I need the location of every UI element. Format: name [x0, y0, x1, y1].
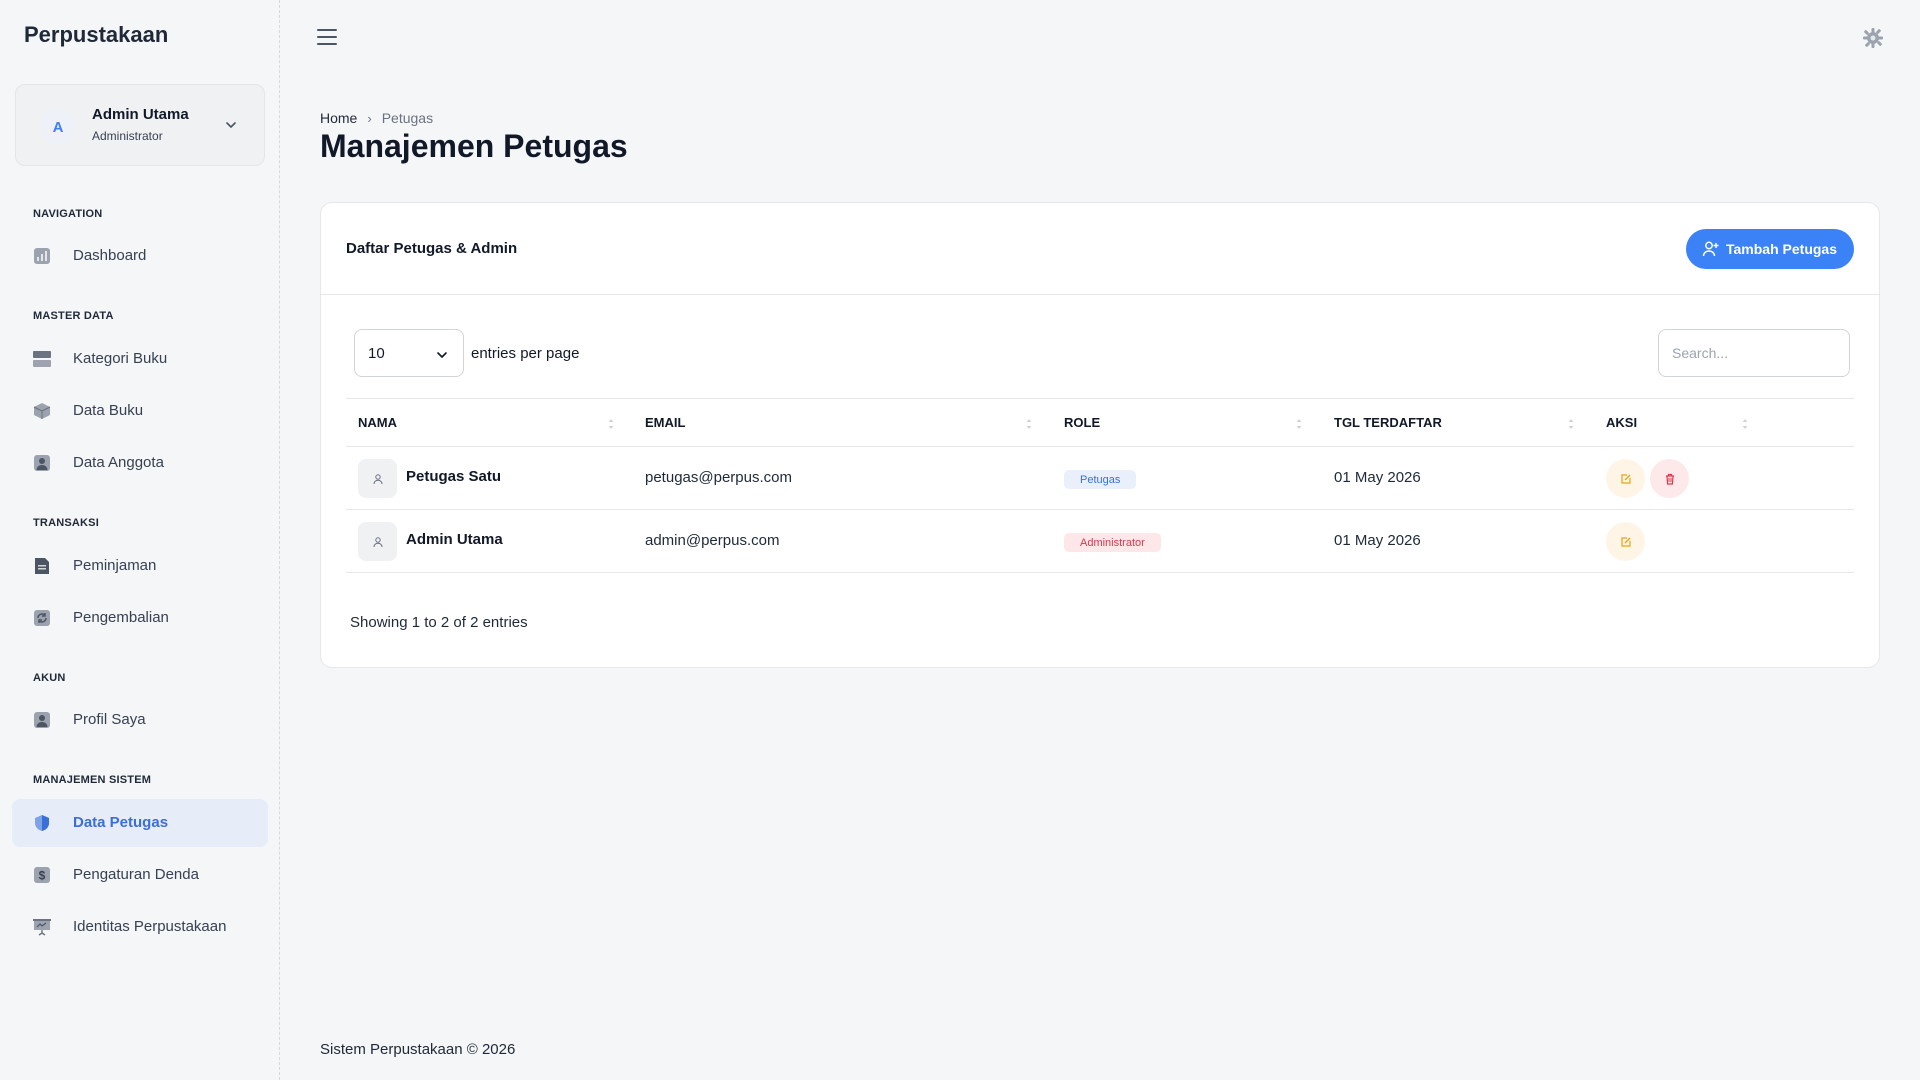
- sidebar-item-label: Kategori Buku: [73, 350, 168, 367]
- staff-name: Petugas Satu: [406, 468, 502, 485]
- avatar: [358, 522, 397, 561]
- sidebar-item-data-petugas[interactable]: Data Petugas: [12, 799, 268, 847]
- sidebar-item-identitas-perpustakaan[interactable]: Identitas Perpustakaan: [12, 903, 268, 951]
- gear-icon[interactable]: [1862, 27, 1884, 49]
- breadcrumb: Home › Petugas: [320, 110, 433, 126]
- shield-icon: [35, 815, 49, 831]
- chart-icon: [34, 248, 50, 264]
- staff-email: admin@perpus.com: [645, 532, 780, 549]
- sidebar-item-label: Data Petugas: [73, 814, 169, 831]
- nav-section-transaksi: TRANSAKSI: [33, 517, 99, 529]
- nav-section-navigation: NAVIGATION: [33, 208, 103, 220]
- breadcrumb-home-link[interactable]: Home: [320, 110, 357, 126]
- staff-name: Admin Utama: [406, 531, 503, 548]
- brand-title: Perpustakaan: [24, 22, 169, 47]
- sidebar-item-pengembalian[interactable]: Pengembalian: [12, 594, 268, 642]
- column-header-nama[interactable]: NAMA: [358, 415, 397, 430]
- breadcrumb-separator: ›: [367, 110, 372, 126]
- sidebar: Perpustakaan A Admin Utama Administrator…: [0, 0, 280, 1080]
- nav-section-manajemen-sistem: MANAJEMEN SISTEM: [33, 774, 152, 786]
- table-row: Admin Utama admin@perpus.com Administrat…: [346, 510, 1854, 573]
- column-header-tgl-terdaftar[interactable]: TGL TERDAFTAR: [1334, 415, 1442, 430]
- chevron-down-icon: [226, 122, 236, 128]
- sidebar-item-data-anggota[interactable]: Data Anggota: [12, 439, 268, 487]
- box-icon: [33, 403, 51, 419]
- sidebar-item-pengaturan-denda[interactable]: $ Pengaturan Denda: [12, 851, 268, 899]
- delete-button[interactable]: [1650, 459, 1689, 498]
- column-header-email[interactable]: EMAIL: [645, 415, 685, 430]
- nav-section-akun: AKUN: [33, 672, 66, 684]
- drawer-icon: [33, 351, 51, 367]
- entries-per-page-value: 10: [368, 345, 385, 362]
- card-title: Daftar Petugas & Admin: [346, 240, 518, 257]
- sidebar-item-label: Peminjaman: [73, 557, 157, 574]
- sidebar-item-label: Pengaturan Denda: [73, 866, 199, 883]
- staff-table: NAMA EMAIL ROLE TGL TERDAFTAR AKSI Petug…: [346, 398, 1854, 573]
- sort-icon[interactable]: [607, 416, 615, 432]
- search-input[interactable]: [1658, 329, 1850, 377]
- sidebar-item-dashboard[interactable]: Dashboard: [12, 232, 268, 280]
- edit-button[interactable]: [1606, 459, 1645, 498]
- sidebar-item-label: Dashboard: [73, 247, 147, 264]
- sort-icon[interactable]: [1025, 416, 1033, 432]
- staff-registered-date: 01 May 2026: [1334, 532, 1421, 549]
- svg-text:$: $: [39, 869, 46, 883]
- sidebar-item-profil-saya[interactable]: Profil Saya: [12, 696, 268, 744]
- sort-icon[interactable]: [1295, 416, 1303, 432]
- dollar-icon: $: [34, 867, 50, 883]
- user-name: Admin Utama: [92, 106, 189, 123]
- sidebar-item-label: Data Anggota: [73, 454, 164, 471]
- user-plus-icon: [1702, 241, 1719, 257]
- staff-list-card: Daftar Petugas & Admin Tambah Petugas 10…: [320, 202, 1880, 668]
- footer-text: Sistem Perpustakaan © 2026: [320, 1041, 516, 1058]
- edit-icon: [1620, 473, 1631, 484]
- pagination-info: Showing 1 to 2 of 2 entries: [350, 614, 528, 631]
- sidebar-item-kategori-buku[interactable]: Kategori Buku: [12, 335, 268, 383]
- user-icon: [373, 536, 382, 547]
- table-row: Petugas Satu petugas@perpus.com Petugas …: [346, 447, 1854, 510]
- presentation-icon: [33, 919, 51, 936]
- sidebar-item-peminjaman[interactable]: Peminjaman: [12, 542, 268, 590]
- sidebar-item-label: Profil Saya: [73, 711, 146, 728]
- table-header: NAMA EMAIL ROLE TGL TERDAFTAR AKSI: [346, 398, 1854, 447]
- sidebar-item-label: Data Buku: [73, 402, 144, 419]
- user-role: Administrator: [92, 129, 163, 143]
- breadcrumb-current: Petugas: [381, 110, 434, 126]
- add-staff-button-label: Tambah Petugas: [1726, 241, 1837, 257]
- menu-toggle-icon[interactable]: [317, 29, 337, 45]
- trash-icon: [1665, 473, 1674, 485]
- sort-icon[interactable]: [1567, 416, 1575, 432]
- page-title: Manajemen Petugas: [320, 128, 628, 164]
- refresh-icon: [34, 610, 50, 626]
- role-badge: Administrator: [1064, 533, 1161, 552]
- avatar: A: [40, 109, 76, 145]
- staff-registered-date: 01 May 2026: [1334, 469, 1421, 486]
- sort-icon[interactable]: [1741, 416, 1749, 432]
- role-badge: Petugas: [1064, 470, 1137, 489]
- user-card-icon: [34, 455, 50, 471]
- chevron-down-icon: [437, 352, 447, 358]
- entries-per-page-select[interactable]: 10: [354, 329, 464, 377]
- user-card-icon: [34, 712, 50, 728]
- column-header-aksi[interactable]: AKSI: [1606, 415, 1637, 430]
- edit-icon: [1620, 536, 1631, 547]
- user-icon: [373, 473, 382, 484]
- nav-section-master-data: MASTER DATA: [33, 310, 114, 322]
- avatar: [358, 459, 397, 498]
- column-header-role[interactable]: ROLE: [1064, 415, 1100, 430]
- edit-button[interactable]: [1606, 522, 1645, 561]
- staff-email: petugas@perpus.com: [645, 469, 792, 486]
- sidebar-item-label: Identitas Perpustakaan: [73, 918, 227, 935]
- add-staff-button[interactable]: Tambah Petugas: [1686, 229, 1854, 269]
- sidebar-item-data-buku[interactable]: Data Buku: [12, 387, 268, 435]
- card-header: Daftar Petugas & Admin Tambah Petugas: [321, 203, 1879, 295]
- user-profile-card[interactable]: A Admin Utama Administrator: [15, 84, 265, 166]
- document-icon: [35, 558, 49, 574]
- sidebar-item-label: Pengembalian: [73, 609, 169, 626]
- entries-per-page-label: entries per page: [471, 345, 580, 362]
